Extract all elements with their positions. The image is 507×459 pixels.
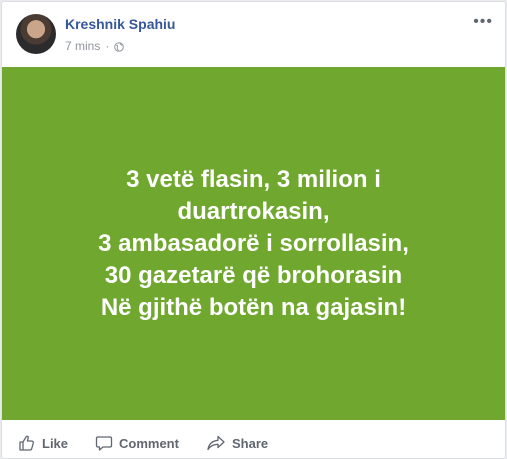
author-name[interactable]: Kreshnik Spahiu: [65, 16, 175, 32]
meta-separator: ·: [105, 39, 110, 53]
share-arrow-icon: [207, 435, 225, 451]
share-label: Share: [232, 435, 269, 451]
post-card: Kreshnik Spahiu 7 mins · ••• 3 vetë flas…: [1, 1, 506, 459]
speech-bubble-icon: [95, 436, 113, 451]
comment-button[interactable]: Comment: [95, 434, 179, 452]
status-line: 3 ambasadorë i sorrollasin,: [98, 229, 409, 257]
status-text: 3 vetë flasin, 3 milion i duartrokasin, …: [64, 164, 444, 324]
post-meta: 7 mins ·: [65, 39, 125, 53]
like-label: Like: [42, 435, 69, 451]
post-time[interactable]: 7 mins: [65, 39, 100, 53]
avatar[interactable]: [16, 14, 56, 54]
post-header: Kreshnik Spahiu 7 mins · •••: [2, 2, 505, 66]
more-options-icon[interactable]: •••: [473, 14, 493, 30]
status-line: Në gjithë botën na gajasin!: [100, 293, 407, 321]
status-line: 30 gazetarë që brohorasin: [104, 261, 403, 289]
thumbs-up-icon: [19, 435, 35, 451]
status-background: 3 vetë flasin, 3 milion i duartrokasin, …: [2, 67, 505, 420]
like-button[interactable]: Like: [18, 434, 68, 452]
post-actions: Like Comment Share: [2, 428, 505, 458]
globe-icon[interactable]: [114, 41, 125, 52]
comment-label: Comment: [119, 435, 179, 451]
status-line: 3 vetë flasin, 3 milion i duartrokasin,: [126, 165, 381, 225]
share-button[interactable]: Share: [206, 434, 268, 452]
